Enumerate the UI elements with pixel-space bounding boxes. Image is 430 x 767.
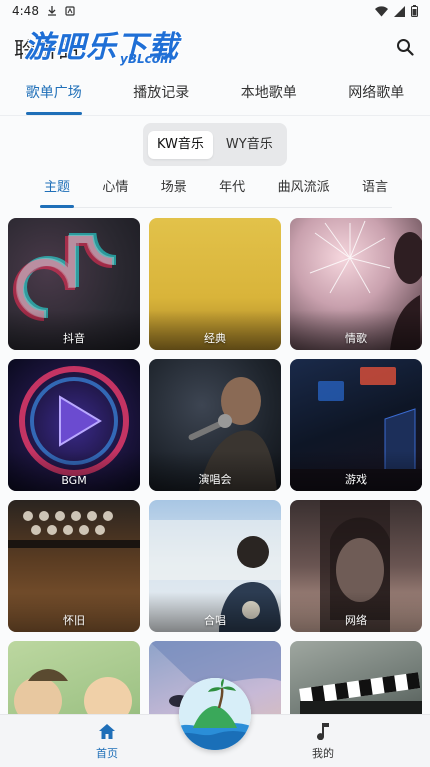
category-tab-scene[interactable]: 场景 <box>157 172 191 207</box>
playlist-card[interactable]: 抖音 <box>8 218 140 350</box>
battery-icon <box>411 5 418 17</box>
island-fab-button[interactable] <box>179 678 251 750</box>
category-tab-language[interactable]: 语言 <box>358 172 392 207</box>
nav-home[interactable]: 首页 <box>77 721 137 761</box>
app-screen: 4:48 聆听曲 游吧乐下载 yBLcom 歌单广场 播放记录 本地歌单 网络歌… <box>0 0 430 767</box>
playlist-card[interactable]: 游戏 <box>290 359 422 491</box>
category-tab-era[interactable]: 年代 <box>215 172 249 207</box>
playlist-title: 情歌 <box>345 332 367 345</box>
source-kw-button[interactable]: KW音乐 <box>148 130 213 159</box>
nav-mine-label: 我的 <box>312 747 334 760</box>
notification-icon <box>65 6 75 16</box>
watermark-subtext: yBLcom <box>120 52 173 66</box>
status-time: 4:48 <box>12 4 39 18</box>
playlist-title: 抖音 <box>63 332 85 345</box>
top-bar: 聆听曲 游吧乐下载 yBLcom <box>0 22 430 72</box>
download-icon <box>47 6 56 16</box>
tab-online-playlists[interactable]: 网络歌单 <box>323 72 430 115</box>
music-note-icon <box>317 723 329 740</box>
wifi-icon <box>375 5 388 16</box>
search-icon <box>397 39 414 56</box>
playlist-card[interactable]: 怀旧 <box>8 500 140 632</box>
playlist-card[interactable]: 情歌 <box>290 218 422 350</box>
playlist-title: BGM <box>61 474 87 487</box>
island-icon <box>179 678 251 750</box>
playlist-card[interactable]: 合唱 <box>149 500 281 632</box>
tab-local-playlists[interactable]: 本地歌单 <box>215 72 323 115</box>
playlist-card[interactable]: 网络 <box>290 500 422 632</box>
main-tabs: 歌单广场 播放记录 本地歌单 网络歌单 <box>0 72 430 116</box>
source-wy-button[interactable]: WY音乐 <box>217 131 282 159</box>
category-tab-theme[interactable]: 主题 <box>40 172 75 208</box>
status-bar: 4:48 <box>0 0 430 22</box>
source-toggle: KW音乐 WY音乐 <box>143 123 287 166</box>
category-tab-mood[interactable]: 心情 <box>98 172 132 207</box>
playlist-card[interactable]: 演唱会 <box>149 359 281 491</box>
category-tab-genre[interactable]: 曲风流派 <box>274 172 334 207</box>
category-tabs: 主题 心情 场景 年代 曲风流派 语言 <box>40 172 392 208</box>
playlist-card[interactable]: 经典 <box>149 218 281 350</box>
nav-home-label: 首页 <box>96 747 118 760</box>
playlist-title: 网络 <box>345 614 367 627</box>
playlist-title: 游戏 <box>345 473 367 486</box>
search-button[interactable] <box>390 32 420 62</box>
playlist-title: 经典 <box>204 332 226 345</box>
home-icon <box>99 723 115 739</box>
playlist-card[interactable]: BGM <box>8 359 140 491</box>
watermark-logo: 游吧乐下载 yBLcom <box>24 22 184 68</box>
playlist-title: 怀旧 <box>63 614 85 627</box>
playlist-title: 演唱会 <box>198 473 232 486</box>
signal-icon <box>394 5 405 17</box>
tab-play-history[interactable]: 播放记录 <box>108 72 216 115</box>
playlist-title: 合唱 <box>204 614 226 627</box>
tab-playlist-square[interactable]: 歌单广场 <box>0 72 108 115</box>
nav-mine[interactable]: 我的 <box>293 721 353 761</box>
